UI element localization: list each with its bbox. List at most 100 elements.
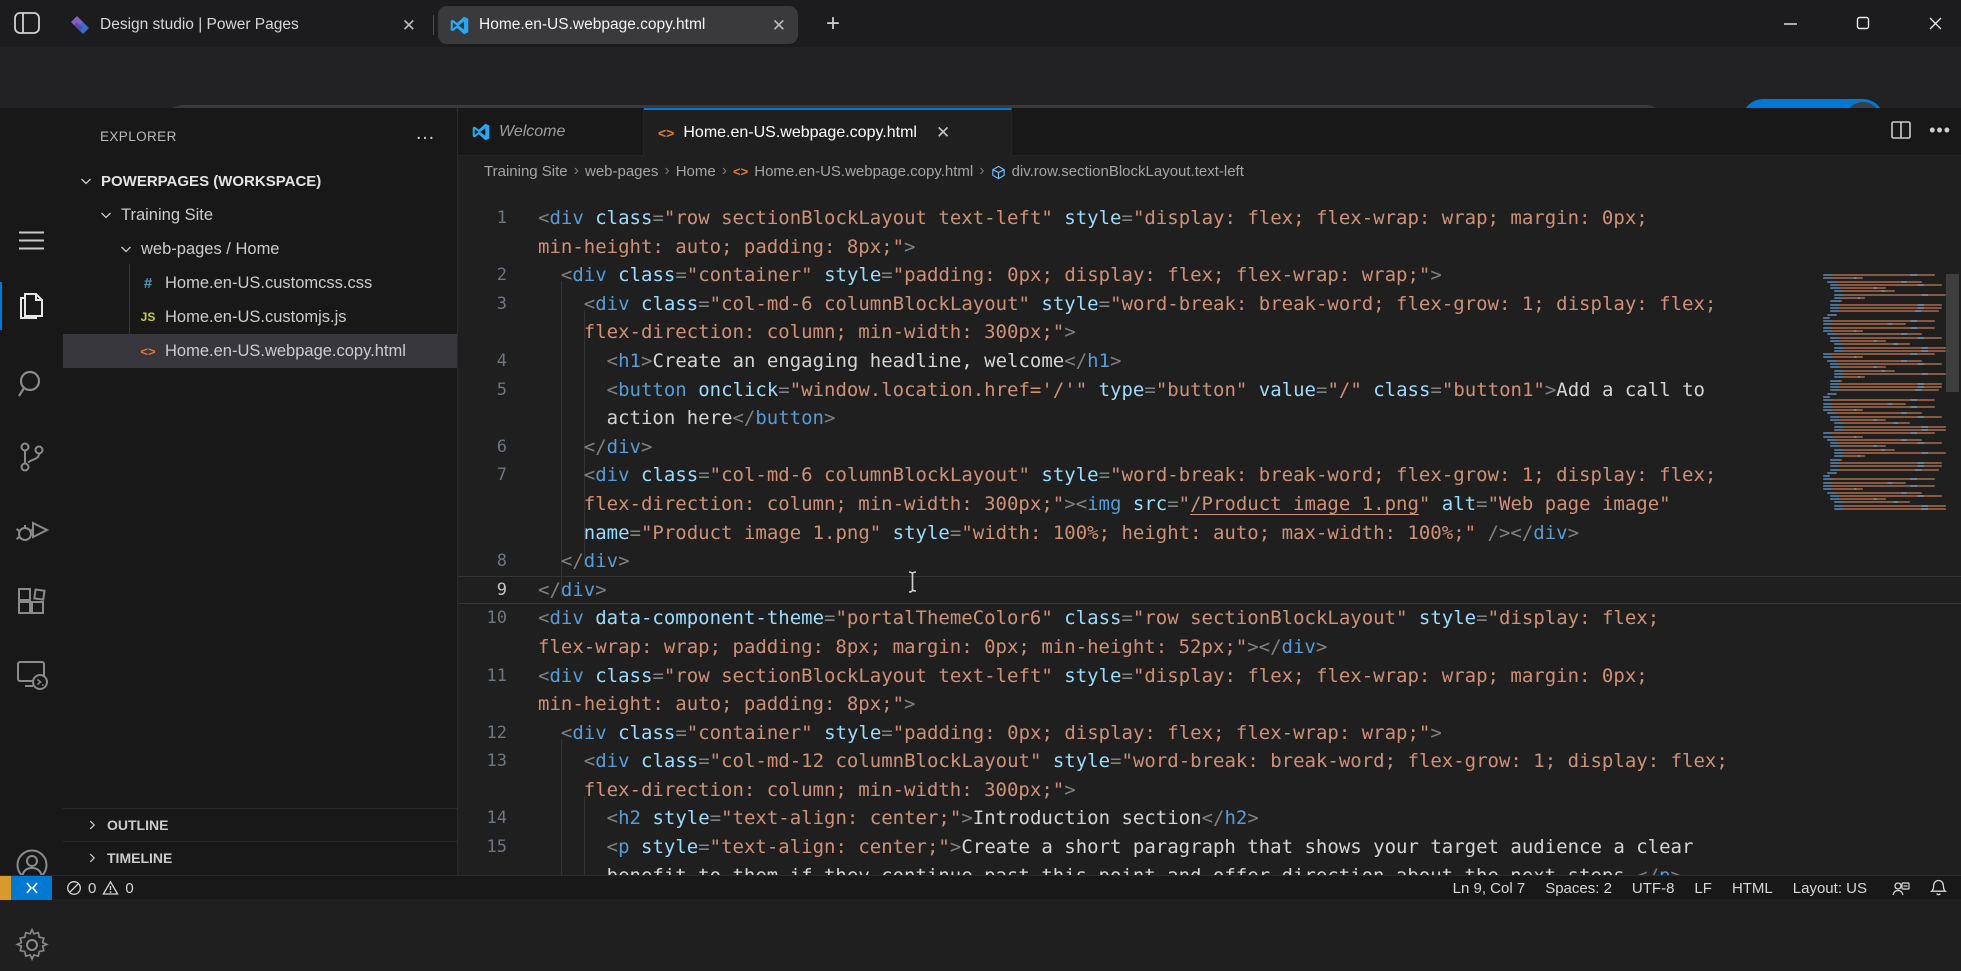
code-row[interactable]: min-height: auto; padding: 8px;"> — [458, 690, 1961, 719]
source-control-icon[interactable] — [0, 431, 63, 483]
status-indentation[interactable]: Spaces: 2 — [1535, 880, 1622, 897]
notifications-bell-icon[interactable] — [1924, 879, 1953, 897]
minimap-line — [1823, 356, 1863, 358]
minimap-line — [1830, 340, 1886, 342]
breadcrumb-item[interactable]: Home.en-US.webpage.copy.html — [754, 163, 973, 180]
code-row[interactable]: 15 <p style="text-align: center;">Create… — [458, 833, 1961, 862]
minimap-line — [1823, 399, 1935, 401]
code-editor[interactable]: 1<div class="row sectionBlockLayout text… — [458, 186, 1961, 875]
error-icon — [66, 880, 82, 896]
code-text: flex-wrap: wrap; padding: 8px; margin: 0… — [538, 633, 1327, 662]
minimap-line — [1834, 373, 1946, 375]
settings-gear-icon[interactable] — [0, 919, 63, 971]
code-row[interactable]: flex-direction: column; min-width: 300px… — [458, 490, 1961, 519]
vertical-scrollbar[interactable] — [1946, 274, 1959, 392]
code-row[interactable]: 11<div class="row sectionBlockLayout tex… — [458, 662, 1961, 691]
status-cursor-position[interactable]: Ln 9, Col 7 — [1443, 880, 1536, 897]
search-icon[interactable] — [0, 358, 63, 410]
tree-indent-guide — [129, 264, 130, 366]
remote-explorer-icon[interactable] — [0, 648, 63, 700]
line-number: 14 — [458, 804, 507, 833]
line-number: 11 — [458, 662, 507, 691]
code-row[interactable]: 10<div data-component-theme="portalTheme… — [458, 604, 1961, 633]
code-row[interactable]: 2 <div class="container" style="padding:… — [458, 261, 1961, 290]
code-row[interactable]: 9</div> — [458, 576, 1961, 605]
status-keyboard-layout[interactable]: Layout: US — [1783, 880, 1877, 897]
breadcrumb-item[interactable]: web-pages — [585, 163, 658, 180]
explorer-files-icon[interactable] — [0, 280, 63, 332]
code-row[interactable]: 3 <div class="col-md-6 columnBlockLayout… — [458, 290, 1961, 319]
window-maximize-button[interactable] — [1846, 8, 1880, 38]
explorer-header: EXPLORER … — [63, 108, 457, 164]
menu-icon[interactable] — [0, 214, 63, 266]
extensions-icon[interactable] — [0, 576, 63, 628]
split-editor-icon[interactable] — [1889, 118, 1913, 142]
vscode-favicon — [450, 16, 469, 35]
code-row[interactable]: name="Product image 1.png" style="width:… — [458, 519, 1961, 548]
code-row[interactable]: 14 <h2 style="text-align: center;">Intro… — [458, 804, 1961, 833]
minimap-line — [1834, 376, 1865, 378]
outline-panel-header[interactable]: OUTLINE — [63, 808, 457, 841]
status-language-mode[interactable]: HTML — [1722, 880, 1783, 897]
breadcrumb-item[interactable]: Home — [676, 163, 716, 180]
browser-tab-webpage-copy[interactable]: Home.en-US.webpage.copy.html ✕ — [438, 6, 798, 44]
chevron-down-icon — [98, 207, 114, 223]
problems-indicator[interactable]: 0 0 — [66, 876, 134, 900]
tab-actions-icon[interactable] — [14, 11, 40, 35]
browser-tab-design-studio[interactable]: Design studio | Power Pages ✕ — [58, 6, 428, 44]
window-minimize-button[interactable] — [1773, 8, 1807, 38]
browser-toolbar: https://vscode.dev/powerplatform/portal/… — [0, 47, 1961, 108]
minimap-line — [1830, 469, 1939, 471]
code-row[interactable]: 6 </div> — [458, 433, 1961, 462]
status-eol[interactable]: LF — [1684, 880, 1722, 897]
breadcrumb-item[interactable]: Training Site — [484, 163, 568, 180]
code-row[interactable]: min-height: auto; padding: 8px;"> — [458, 233, 1961, 262]
code-row[interactable]: 7 <div class="col-md-6 columnBlockLayout… — [458, 461, 1961, 490]
code-row[interactable]: 13 <div class="col-md-12 columnBlockLayo… — [458, 747, 1961, 776]
breadcrumb-separator-icon: › — [664, 162, 669, 180]
code-row[interactable]: 4 <h1>Create an engaging headline, welco… — [458, 347, 1961, 376]
new-tab-button[interactable]: + — [818, 10, 848, 40]
code-text: min-height: auto; padding: 8px;"> — [538, 233, 916, 262]
code-row[interactable]: 5 <button onclick="window.location.href=… — [458, 376, 1961, 405]
editor-tab-webpage-copy[interactable]: <> Home.en-US.webpage.copy.html ✕ — [644, 108, 1012, 156]
explorer-more-actions-icon[interactable]: … — [415, 122, 436, 145]
code-row[interactable]: flex-direction: column; min-width: 300px… — [458, 318, 1961, 347]
line-number — [458, 519, 507, 548]
explorer-item-home-en-us-webpage-copy-html[interactable]: <>Home.en-US.webpage.copy.html — [63, 334, 457, 368]
run-debug-icon[interactable] — [0, 504, 63, 556]
tab-close-icon[interactable]: ✕ — [402, 17, 416, 34]
explorer-item-web-pages-home[interactable]: web-pages / Home — [63, 232, 457, 266]
explorer-item-home-en-us-customcss-css[interactable]: #Home.en-US.customcss.css — [63, 266, 457, 300]
explorer-item-home-en-us-customjs-js[interactable]: JSHome.en-US.customjs.js — [63, 300, 457, 334]
minimap-line — [1834, 426, 1946, 428]
tree-item-label: Home.en-US.customjs.js — [165, 308, 347, 327]
remote-indicator[interactable] — [11, 876, 52, 900]
code-row[interactable]: 1<div class="row sectionBlockLayout text… — [458, 204, 1961, 233]
line-number — [458, 318, 507, 347]
editor-more-actions-icon[interactable]: ••• — [1929, 120, 1951, 141]
tab-close-icon[interactable]: ✕ — [772, 17, 786, 34]
breadcrumb-item[interactable]: div.row.sectionBlockLayout.text-left — [1012, 163, 1244, 180]
feedback-icon[interactable] — [1885, 880, 1916, 897]
code-row[interactable]: flex-direction: column; min-width: 300px… — [458, 776, 1961, 805]
code-row[interactable]: flex-wrap: wrap; padding: 8px; margin: 0… — [458, 633, 1961, 662]
timeline-panel-header[interactable]: TIMELINE — [63, 841, 457, 874]
code-row[interactable]: action here</button> — [458, 404, 1961, 433]
status-encoding[interactable]: UTF-8 — [1622, 880, 1685, 897]
code-text: <p style="text-align: center;">Create a … — [538, 833, 1693, 862]
explorer-item-powerpages-workspace[interactable]: POWERPAGES (WORKSPACE) — [63, 164, 457, 198]
minimap-line — [1827, 281, 1922, 283]
tab-close-icon[interactable]: ✕ — [936, 123, 950, 143]
minimap[interactable] — [1823, 274, 1941, 518]
code-row[interactable]: 8 </div> — [458, 547, 1961, 576]
file-tree: POWERPAGES (WORKSPACE)Training Siteweb-p… — [63, 164, 457, 368]
minimap-line — [1823, 396, 1830, 398]
window-close-button[interactable] — [1918, 8, 1952, 38]
editor-tab-welcome[interactable]: Welcome — [458, 108, 644, 156]
explorer-item-training-site[interactable]: Training Site — [63, 198, 457, 232]
code-row[interactable]: 12 <div class="container" style="padding… — [458, 719, 1961, 748]
minimap-line — [1834, 505, 1946, 507]
code-row[interactable]: benefit to them if they continue past th… — [458, 862, 1961, 875]
breadcrumb-separator-icon: › — [722, 162, 727, 180]
